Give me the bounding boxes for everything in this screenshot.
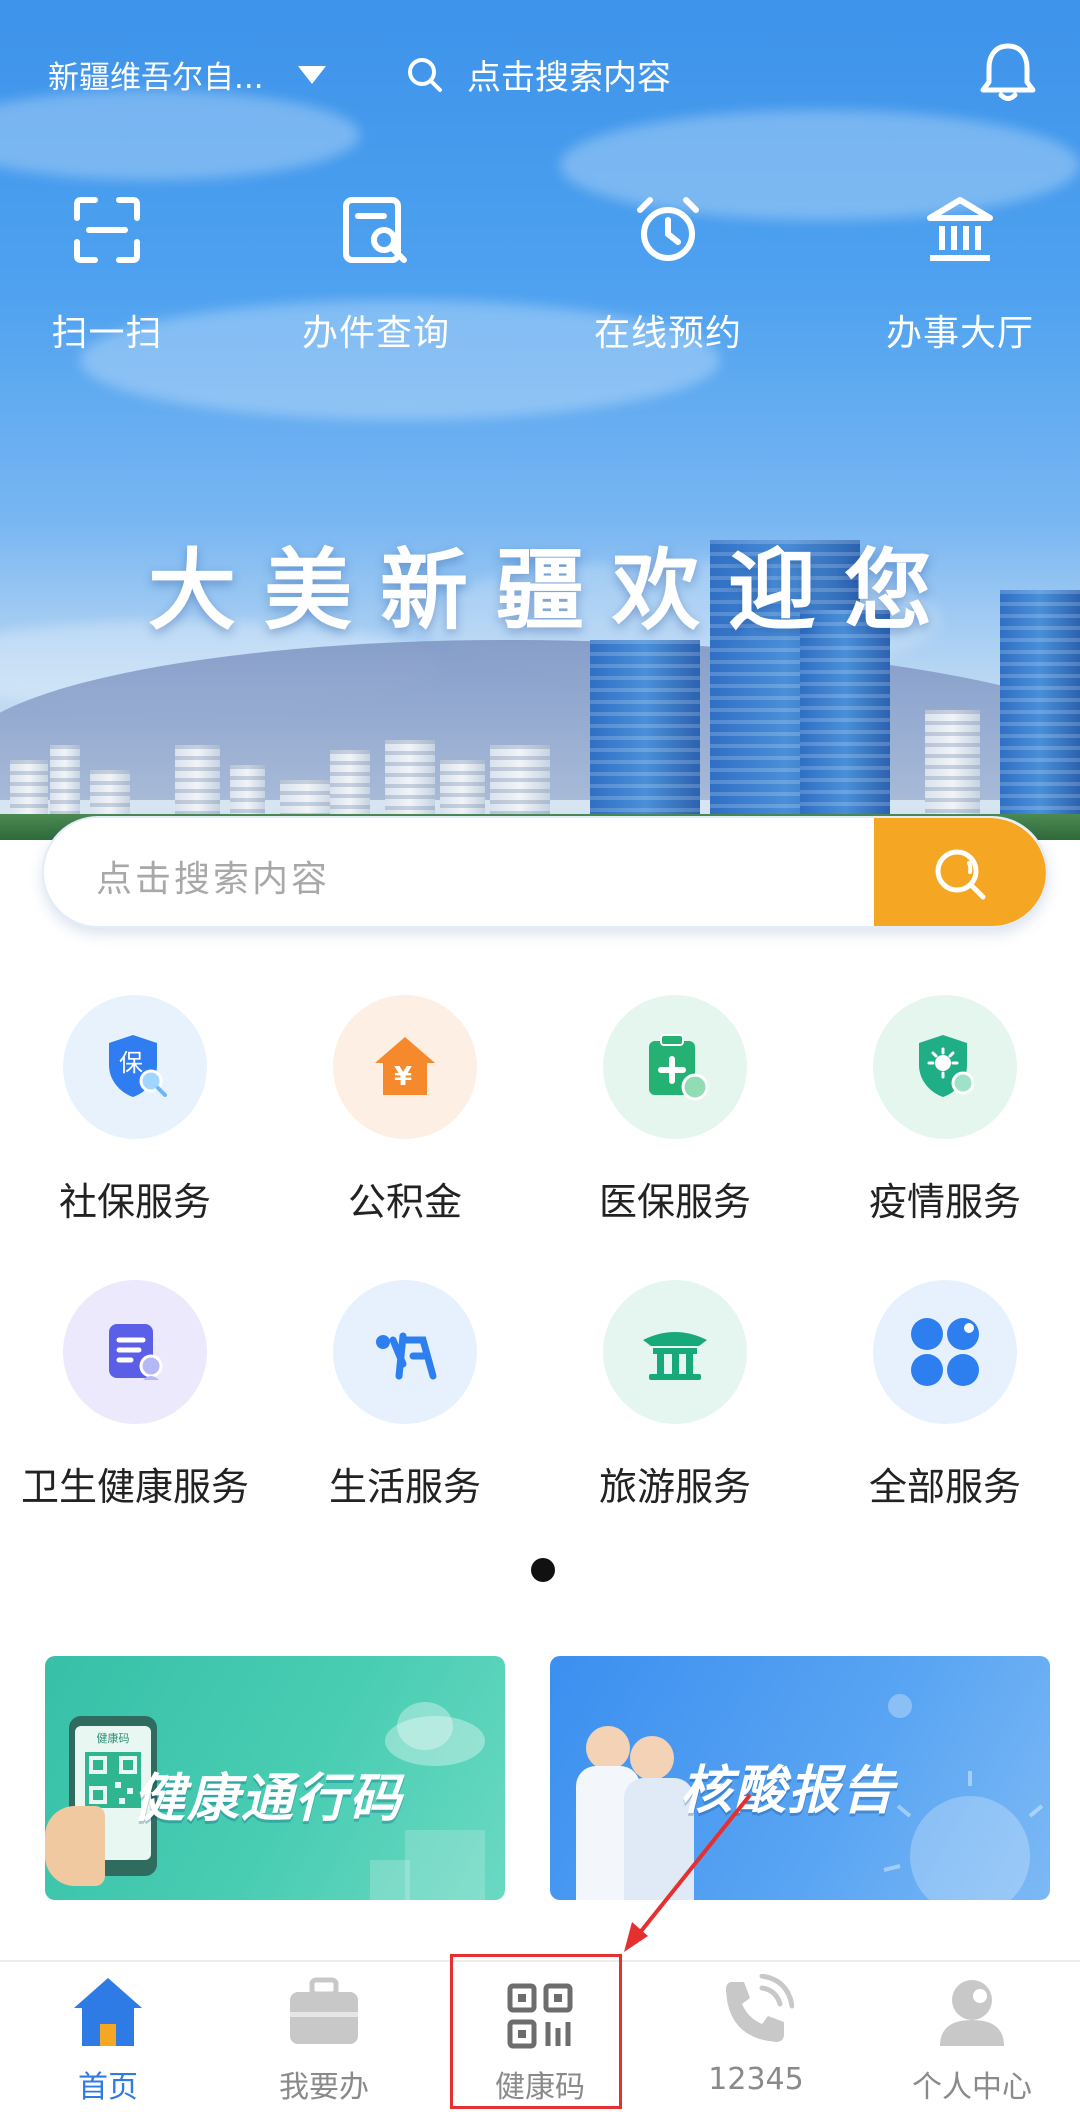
annotation-highlight-box (450, 1954, 622, 2109)
medical-insurance-icon (603, 995, 747, 1139)
health-pass-banner[interactable]: 健康码 健康通行码 (45, 1656, 505, 1900)
svg-text:¥: ¥ (394, 1062, 412, 1092)
region-label: 新疆维吾尔自... (48, 60, 264, 96)
grid-all-icon (873, 1280, 1017, 1424)
bell-icon[interactable] (975, 38, 1041, 108)
quick-service-hall-label: 办事大厅 (885, 313, 1034, 354)
nucleic-report-banner[interactable]: 核酸报告 (550, 1656, 1050, 1900)
service-label: 公积金 (347, 1180, 462, 1224)
main-search-bar[interactable]: 点击搜索内容 (42, 816, 1048, 928)
service-epidemic[interactable]: 疫情服务 (810, 995, 1080, 1226)
service-social-security[interactable]: 保 社保服务 (0, 995, 270, 1226)
epidemic-shield-icon (873, 995, 1017, 1139)
search-icon (408, 57, 442, 92)
main-search-placeholder: 点击搜索内容 (96, 859, 331, 900)
service-label: 旅游服务 (598, 1465, 751, 1509)
quick-scan-label: 扫一扫 (51, 313, 163, 354)
top-search-bar[interactable]: 点击搜索内容 (405, 50, 671, 99)
quick-case-query-label: 办件查询 (301, 313, 450, 354)
service-health[interactable]: 卫生健康服务 (0, 1280, 270, 1511)
user-icon (864, 1962, 1080, 2050)
doctors-virus-icon (576, 1726, 696, 1900)
service-label: 卫生健康服务 (20, 1465, 249, 1509)
virus-small-icon (888, 1694, 912, 1718)
life-service-icon (333, 1280, 477, 1424)
region-selector[interactable]: 新疆维吾尔自... (48, 52, 326, 97)
hero-banner: 新疆维吾尔自... 点击搜索内容 扫一扫 办件查询 在线预约 办事大厅 大美新疆… (0, 0, 1080, 840)
tab-label: 个人中心 (912, 2070, 1032, 2105)
health-code-mini-label: 健康码 (96, 1732, 130, 1745)
service-housing-fund[interactable]: ¥ 公积金 (270, 995, 540, 1226)
top-search-placeholder: 点击搜索内容 (467, 58, 671, 98)
service-label: 社保服务 (58, 1180, 211, 1224)
government-hall-icon (860, 190, 1060, 270)
service-label: 医保服务 (598, 1180, 751, 1224)
briefcase-icon (216, 1962, 432, 2050)
quick-actions: 扫一扫 办件查询 在线预约 办事大厅 (0, 190, 1080, 370)
quick-appointment[interactable]: 在线预约 (568, 190, 768, 356)
housing-fund-house-icon: ¥ (333, 995, 477, 1139)
service-tourism[interactable]: 旅游服务 (540, 1280, 810, 1511)
document-search-icon (276, 190, 476, 270)
scan-icon (7, 190, 207, 270)
service-all[interactable]: 全部服务 (810, 1280, 1080, 1511)
nucleic-report-title: 核酸报告 (680, 1761, 897, 1821)
tab-profile[interactable]: 个人中心 (864, 1962, 1080, 2112)
svg-text:保: 保 (119, 1049, 143, 1077)
service-life[interactable]: 生活服务 (270, 1280, 540, 1511)
tab-home[interactable]: 首页 (0, 1962, 216, 2112)
virus-icon (883, 1771, 1044, 1900)
service-label: 生活服务 (328, 1465, 481, 1509)
phone-icon (648, 1962, 864, 2050)
service-label: 疫情服务 (868, 1180, 1021, 1224)
social-security-shield-icon: 保 (63, 995, 207, 1139)
search-icon (935, 849, 986, 900)
quick-case-query[interactable]: 办件查询 (276, 190, 476, 356)
tab-hotline[interactable]: 12345 (648, 1962, 864, 2112)
alarm-clock-icon (568, 190, 768, 270)
pavilion-icon (603, 1280, 747, 1424)
quick-scan[interactable]: 扫一扫 (7, 190, 207, 356)
home-icon (0, 1962, 216, 2050)
health-pass-title: 健康通行码 (133, 1769, 404, 1829)
quick-appointment-label: 在线预约 (593, 313, 742, 354)
main-search-button[interactable] (874, 818, 1046, 926)
health-document-icon (63, 1280, 207, 1424)
tab-todo[interactable]: 我要办 (216, 1962, 432, 2112)
service-medical-insurance[interactable]: 医保服务 (540, 995, 810, 1226)
tab-label: 12345 (708, 2062, 804, 2097)
tab-label: 首页 (78, 2070, 138, 2105)
page-indicator-dot (531, 1558, 555, 1582)
service-label: 全部服务 (868, 1465, 1021, 1509)
welcome-slogan: 大美新疆欢迎您 (147, 539, 960, 642)
dropdown-triangle-icon (297, 65, 326, 84)
quick-service-hall[interactable]: 办事大厅 (860, 190, 1060, 356)
tab-label: 我要办 (279, 2070, 369, 2105)
